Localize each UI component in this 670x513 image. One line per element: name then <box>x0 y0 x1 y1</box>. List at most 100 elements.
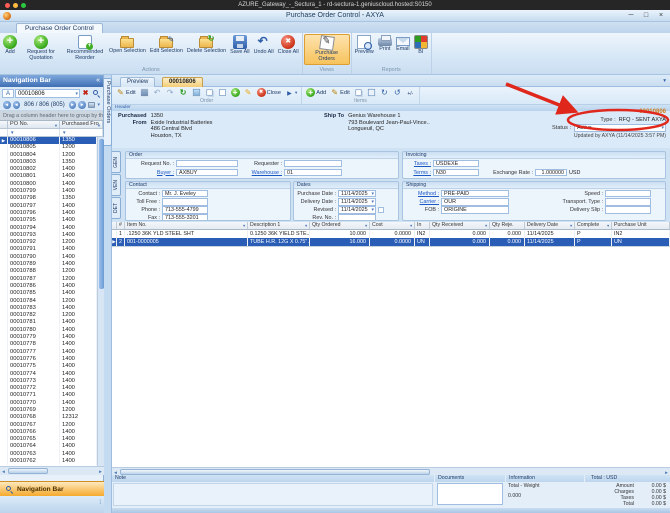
group-by-bar[interactable]: Drag a column header here to group by th… <box>0 111 103 121</box>
rev-no-field[interactable] <box>338 214 376 221</box>
purchase-orders-side-tab[interactable]: Purchase Orders <box>104 78 112 146</box>
filter-cell-vendor[interactable]: ▼ <box>60 129 103 137</box>
nav-row[interactable]: 000107661400 <box>0 429 97 436</box>
buyer-link[interactable]: Buyer : <box>128 170 174 176</box>
app-icon[interactable] <box>3 12 11 20</box>
item-row-2-selected[interactable]: ▶ 2 001-0000005 TUBE H.R. 12G X 0.75".. … <box>112 238 670 246</box>
ribbon-button-recommended-reorder[interactable]: Recommended Reorder <box>63 34 107 63</box>
item-row-1[interactable]: 1 .1250 36K YLD STEEL SHT 0.1250 36K YIE… <box>112 230 670 238</box>
tab-preview[interactable]: Preview <box>120 77 155 87</box>
warehouse-field[interactable]: 01 <box>284 169 342 177</box>
ribbon-button-delete-selection[interactable]: Delete Selection <box>185 34 228 56</box>
nav-row[interactable]: 000107901400 <box>0 254 97 261</box>
scroll-right-icon[interactable]: ► <box>97 468 104 475</box>
nav-row[interactable]: 000107731400 <box>0 378 97 385</box>
col-qty-ordered[interactable]: Qty Ordered▼ <box>310 222 370 230</box>
delivery-date-field[interactable]: 11/14/2025 <box>338 198 376 206</box>
speed-field[interactable] <box>605 190 651 198</box>
nav-row[interactable]: ▶000108061350 <box>0 137 97 144</box>
nav-row[interactable]: 000108011400 <box>0 173 97 180</box>
nav-row[interactable]: 000107751400 <box>0 363 97 370</box>
ribbon-button-bi[interactable]: BI <box>412 34 430 57</box>
nav-row[interactable]: 000107871200 <box>0 276 97 283</box>
toolbar-button-close[interactable]: Close <box>256 88 282 97</box>
toolbar-button-window[interactable] <box>366 88 377 97</box>
toolbar-button-highlight[interactable] <box>243 88 254 97</box>
nav-row[interactable]: 000107851400 <box>0 290 97 297</box>
collapse-icon[interactable]: « <box>96 75 100 87</box>
ribbon-button-close-all[interactable]: Close All <box>276 34 301 57</box>
ribbon-button-email[interactable]: Email <box>394 34 412 54</box>
toolbar-button-save[interactable] <box>139 88 150 97</box>
col-complete[interactable]: Complete▼ <box>575 222 612 230</box>
toolbar-button-refresh[interactable] <box>178 88 189 97</box>
terms-field[interactable]: N30 <box>433 169 479 177</box>
documents-box[interactable] <box>437 483 503 505</box>
column-header-po-no[interactable]: PO No.▼ <box>8 121 60 129</box>
toolbar-button-add[interactable]: Add <box>305 88 327 97</box>
toolbar-button-edit[interactable]: Edit <box>329 88 351 97</box>
transport-type-field[interactable] <box>605 198 651 206</box>
nav-row[interactable]: 000107831400 <box>0 305 97 312</box>
ribbon-button-purchase-orders[interactable]: Purchase Orders <box>304 34 350 65</box>
scroll-left-icon[interactable]: ◄ <box>0 468 7 475</box>
pager-menu-icon[interactable]: ▾ <box>97 102 100 108</box>
filter-cell[interactable] <box>0 129 8 137</box>
taxes-field[interactable]: USDEXE <box>433 160 479 168</box>
nav-row[interactable]: 000107701400 <box>0 400 97 407</box>
terms-link[interactable]: Terms : <box>405 170 431 176</box>
tab-ven[interactable]: VEN <box>112 174 121 196</box>
tab-list-chevron-icon[interactable]: ▾ <box>663 78 666 84</box>
col-cost[interactable]: Cost▼ <box>370 222 415 230</box>
next-record-button[interactable]: ► <box>69 101 77 109</box>
nav-row[interactable]: 000107961400 <box>0 210 97 217</box>
tab-purchase-order-control[interactable]: Purchase Order Control <box>16 23 103 33</box>
nav-row[interactable]: 000107631400 <box>0 451 97 458</box>
nav-row[interactable]: 000107671200 <box>0 422 97 429</box>
search-input[interactable]: 00010806 <box>15 89 80 98</box>
nav-row[interactable]: 000108051200 <box>0 144 97 151</box>
tab-det[interactable]: DET <box>112 197 121 219</box>
nav-row[interactable]: 000107651400 <box>0 436 97 443</box>
nav-row[interactable]: 000107621400 <box>0 458 97 465</box>
warehouse-link[interactable]: Warehouse : <box>240 170 282 176</box>
revised-checkbox[interactable] <box>378 207 384 213</box>
nav-row[interactable]: 000107691200 <box>0 407 97 414</box>
request-no-field[interactable] <box>176 160 238 168</box>
navigation-bar-bottom-button[interactable]: Navigation Bar <box>0 481 104 496</box>
nav-row[interactable]: 000107641400 <box>0 443 97 450</box>
nav-row[interactable]: 000108041200 <box>0 152 97 159</box>
clear-search-icon[interactable]: ✖ <box>81 89 90 98</box>
nav-row[interactable]: 000107781400 <box>0 341 97 348</box>
ribbon-button-request-for-quotation[interactable]: Request for Quotation <box>19 34 63 63</box>
toll-free-field[interactable] <box>162 198 208 206</box>
contact-field[interactable]: Mr. J. Eveley <box>162 190 208 198</box>
ribbon-button-print[interactable]: Print <box>376 34 394 54</box>
carrier-field[interactable]: OUR <box>441 198 509 206</box>
mac-close-icon[interactable] <box>5 3 10 8</box>
mac-minimize-icon[interactable] <box>13 3 18 8</box>
nav-horizontal-scrollbar[interactable]: ◄ ► <box>0 466 104 475</box>
nav-row[interactable]: 000107921200 <box>0 239 97 246</box>
nav-row[interactable]: 000108021400 <box>0 166 97 173</box>
nav-row[interactable]: 000107761400 <box>0 356 97 363</box>
toolbar-button-copy[interactable] <box>204 88 215 97</box>
ribbon-button-add[interactable]: Add <box>1 34 19 57</box>
revised-date-field[interactable]: 11/14/2025 <box>338 206 376 214</box>
nav-row[interactable]: 000107841200 <box>0 298 97 305</box>
filter-cell-po[interactable]: ▼ <box>8 129 60 137</box>
purchase-date-field[interactable]: 11/14/2025 <box>338 190 376 198</box>
ribbon-button-open-selection[interactable]: Open Selection <box>107 34 148 56</box>
filter-icon[interactable]: ▼ <box>54 122 58 129</box>
mac-zoom-icon[interactable] <box>21 3 26 8</box>
nav-row[interactable]: 000107811400 <box>0 319 97 326</box>
nav-row[interactable]: 0001076812312 <box>0 414 97 421</box>
toolbar-button-redo[interactable] <box>165 88 176 97</box>
search-field-selector[interactable]: A <box>2 89 14 98</box>
ribbon-button-preview[interactable]: Preview <box>353 34 376 57</box>
toolbar-button-send[interactable]: ▾ <box>284 88 298 97</box>
nav-row[interactable]: 000107771400 <box>0 349 97 356</box>
nav-row[interactable]: 000108001400 <box>0 181 97 188</box>
col-qty-rejected[interactable]: Qty Reje. <box>490 222 525 230</box>
nav-row[interactable]: 000107911400 <box>0 246 97 253</box>
